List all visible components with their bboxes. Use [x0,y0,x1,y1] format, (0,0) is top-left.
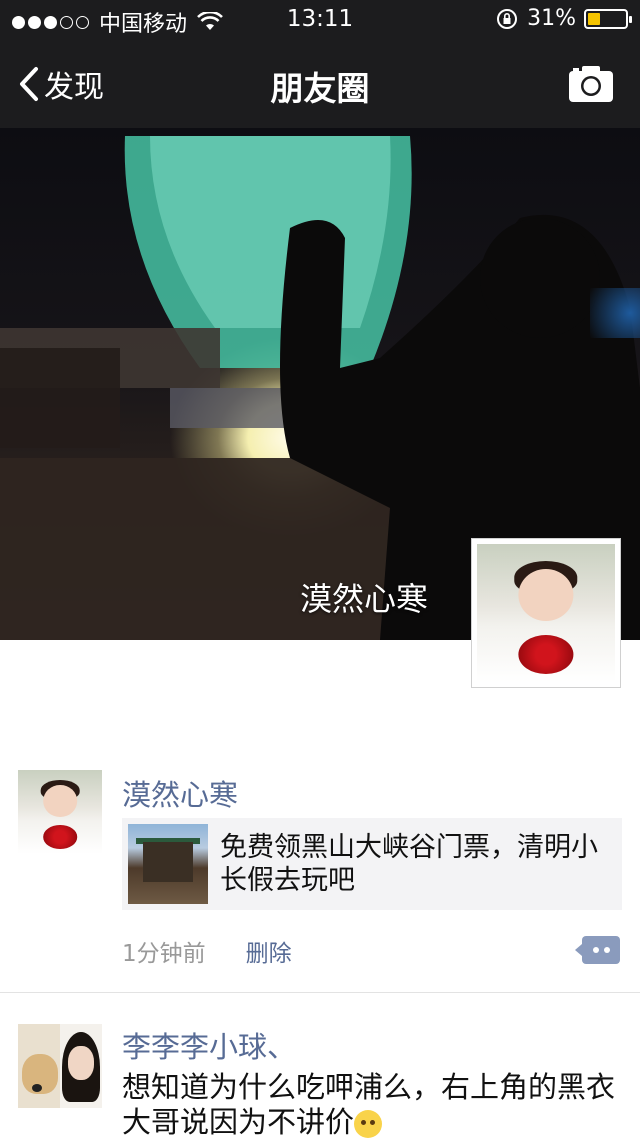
post-author-name[interactable]: 漠然心寒 [122,772,238,814]
status-bar: 中国移动 13:11 31% [0,0,640,40]
page-title: 朋友圈 [270,69,370,108]
moment-post: 李李李小球、 想知道为什么吃呷浦么，右上角的黑衣大哥说因为不讲价 [0,1024,640,1139]
post-time: 1分钟前 [122,941,206,967]
shared-link-thumbnail [128,824,208,904]
profile-avatar[interactable] [471,538,621,688]
shared-link-card[interactable]: 免费领黑山大峡谷门票，清明小长假去玩吧 [122,818,622,910]
smile-emoji-icon [354,1110,383,1138]
rotation-lock-icon [497,8,518,29]
post-author-name[interactable]: 李李李小球、 [122,1024,296,1066]
delete-button[interactable]: 删除 [246,934,292,968]
battery-icon [584,8,632,29]
post-text: 想知道为什么吃呷浦么，右上角的黑衣大哥说因为不讲价 [122,1070,620,1140]
post-author-avatar[interactable] [18,770,102,854]
battery-percent: 31% [527,6,576,31]
post-author-avatar[interactable] [18,1024,102,1108]
camera-icon[interactable] [568,64,614,104]
shared-link-title: 免费领黑山大峡谷门票，清明小长假去玩吧 [220,832,598,896]
navigation-bar: 发现 朋友圈 [0,40,640,128]
cover-user-name: 漠然心寒 [299,580,428,618]
post-divider [0,992,640,993]
comment-more-button[interactable] [575,936,620,964]
